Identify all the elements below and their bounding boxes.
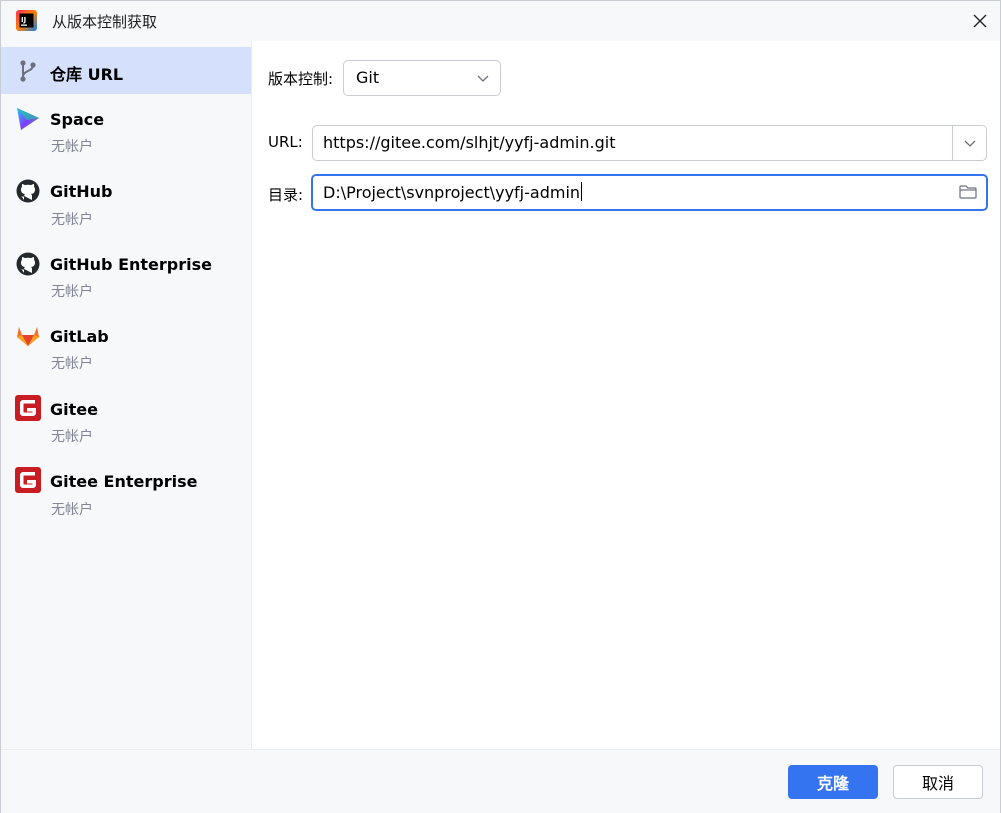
sidebar-item-label: Gitee xyxy=(50,400,98,419)
vcs-select[interactable]: Git xyxy=(343,60,501,96)
folder-icon[interactable] xyxy=(958,182,978,202)
url-label: URL: xyxy=(268,133,303,151)
sidebar-item-space[interactable]: Space 无帐户 xyxy=(1,101,251,163)
url-combobox[interactable]: https://gitee.com/slhjt/yyfj-admin.git xyxy=(312,125,987,161)
dialog-footer: 克隆 取消 xyxy=(1,749,1000,813)
sidebar: 仓库 URL Space 无帐户 GitHub 无帐户 GitHub Enter… xyxy=(1,41,252,749)
space-logo-icon xyxy=(17,108,39,130)
close-button[interactable] xyxy=(963,5,997,37)
sidebar-item-label: GitLab xyxy=(50,327,109,346)
sidebar-item-gitee-enterprise[interactable]: Gitee Enterprise 无帐户 xyxy=(1,463,251,525)
close-icon xyxy=(973,14,987,28)
sidebar-item-label: 仓库 URL xyxy=(50,65,124,84)
sidebar-item-gitee[interactable]: Gitee 无帐户 xyxy=(1,391,251,453)
directory-label: 目录: xyxy=(268,186,304,204)
sidebar-item-label: Space xyxy=(50,110,105,129)
directory-field[interactable]: D:\Project\svnproject\yyfj-admin xyxy=(311,174,988,211)
title-bar: IJ 从版本控制获取 xyxy=(1,1,1000,41)
clone-dialog: IJ 从版本控制获取 仓库 URL Space 无帐户 GitHub 无帐户 G… xyxy=(0,0,1001,813)
vcs-label: 版本控制: xyxy=(268,70,334,88)
account-status: 无帐户 xyxy=(51,139,93,155)
account-status: 无帐户 xyxy=(51,502,93,518)
github-icon xyxy=(16,179,40,203)
sidebar-item-repository-url[interactable]: 仓库 URL xyxy=(1,47,251,94)
sidebar-item-gitlab[interactable]: GitLab 无帐户 xyxy=(1,318,251,380)
chevron-down-icon xyxy=(964,140,975,147)
url-history-dropdown-button[interactable] xyxy=(953,126,986,160)
gitee-icon xyxy=(15,395,41,421)
url-input[interactable]: https://gitee.com/slhjt/yyfj-admin.git xyxy=(323,133,615,152)
dialog-title: 从版本控制获取 xyxy=(52,13,158,31)
account-status: 无帐户 xyxy=(51,212,93,228)
sidebar-item-label: GitHub Enterprise xyxy=(50,255,212,274)
main-panel: 版本控制: Git URL: https://gitee.com/slhjt/y… xyxy=(252,41,1000,749)
github-icon xyxy=(16,252,40,276)
directory-input-text: D:\Project\svnproject\yyfj-admin xyxy=(323,183,581,202)
sidebar-item-label: GitHub xyxy=(50,182,113,201)
gitlab-icon xyxy=(17,327,39,346)
account-status: 无帐户 xyxy=(51,429,93,445)
clone-button[interactable]: 克隆 xyxy=(788,765,878,799)
intellij-app-icon: IJ xyxy=(16,10,37,31)
vcs-branch-icon xyxy=(20,60,36,82)
svg-text:IJ: IJ xyxy=(21,16,26,24)
directory-input[interactable]: D:\Project\svnproject\yyfj-admin xyxy=(323,182,583,202)
sidebar-item-github[interactable]: GitHub 无帐户 xyxy=(1,173,251,235)
chevron-down-icon xyxy=(477,75,489,82)
gitee-icon xyxy=(15,467,41,493)
text-caret xyxy=(581,182,583,201)
sidebar-item-github-enterprise[interactable]: GitHub Enterprise 无帐户 xyxy=(1,246,251,308)
vcs-selected-value: Git xyxy=(356,68,380,87)
sidebar-item-label: Gitee Enterprise xyxy=(50,472,198,491)
account-status: 无帐户 xyxy=(51,284,93,300)
account-status: 无帐户 xyxy=(51,356,93,372)
cancel-button[interactable]: 取消 xyxy=(893,765,983,799)
